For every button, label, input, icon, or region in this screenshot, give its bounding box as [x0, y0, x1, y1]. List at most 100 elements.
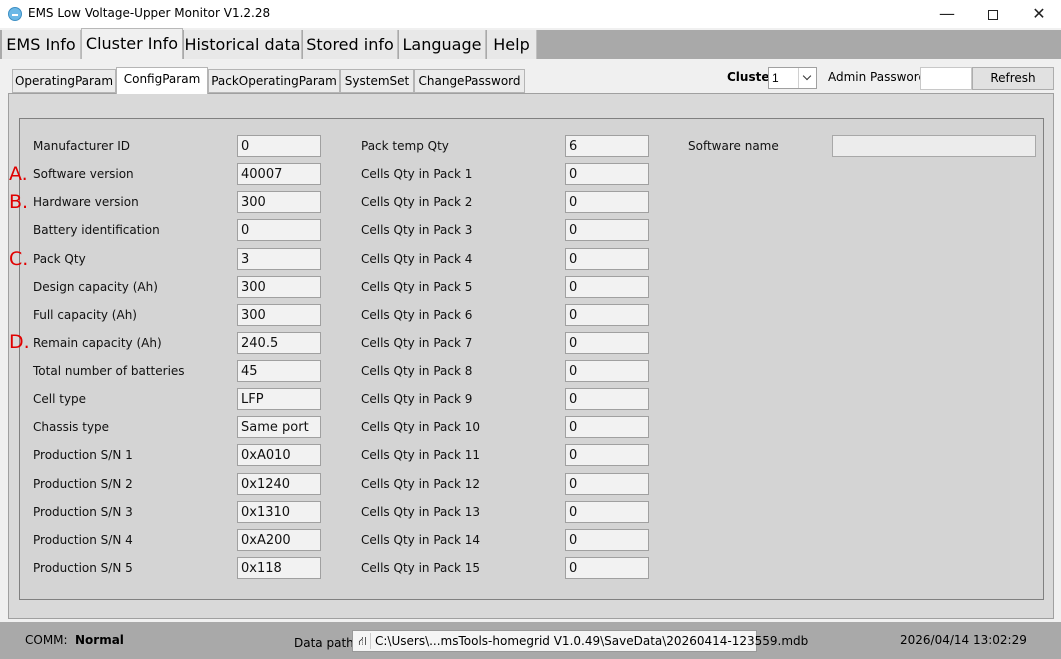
subtab-packoperatingparam[interactable]: PackOperatingParam [208, 69, 340, 93]
config-field-value-field[interactable]: 0xA010 [237, 444, 321, 466]
pack-field-label: Cells Qty in Pack 10 [361, 420, 480, 434]
pack-field-value-field[interactable]: 0 [565, 276, 649, 298]
admin-password-input[interactable] [920, 67, 972, 90]
status-timestamp: 2026/04/14 13:02:29 [900, 633, 1027, 647]
maximize-button[interactable] [970, 0, 1016, 28]
config-field-value-field[interactable]: 0x1240 [237, 473, 321, 495]
config-field-value-field[interactable]: 3 [237, 248, 321, 270]
config-field-label: Hardware version [33, 195, 139, 209]
data-path-value: C:\Users\...msTools-homegrid V1.0.49\Sav… [375, 634, 809, 648]
pack-field-label: Cells Qty in Pack 15 [361, 561, 480, 575]
pack-field-label: Cells Qty in Pack 5 [361, 280, 473, 294]
pack-field-label: Pack temp Qty [361, 139, 449, 153]
config-field-value-field[interactable]: 0x118 [237, 557, 321, 579]
maximize-icon [988, 9, 998, 20]
pack-field-label: Cells Qty in Pack 1 [361, 167, 473, 181]
comm-status-value: Normal [75, 633, 124, 647]
pack-field-value-field[interactable]: 0 [565, 360, 649, 382]
config-field-value-field[interactable]: 240.5 [237, 332, 321, 354]
config-field-label: Production S/N 2 [33, 477, 133, 491]
config-field-label: Software version [33, 167, 134, 181]
annotation-marker-d: D. [9, 331, 30, 353]
pack-field-label: Cells Qty in Pack 12 [361, 477, 480, 491]
config-field-label: Cell type [33, 392, 87, 406]
minimize-icon: — [939, 4, 955, 23]
pack-field-value-field[interactable]: 0 [565, 557, 649, 579]
config-field-label: Chassis type [33, 420, 110, 434]
annotation-marker-a: A. [9, 163, 28, 185]
subtab-systemset[interactable]: SystemSet [340, 69, 414, 93]
app-logo-icon [8, 7, 22, 21]
pack-field-value-field[interactable]: 0 [565, 332, 649, 354]
app-window: EMS Low Voltage-Upper Monitor V1.2.28 — … [0, 0, 1061, 659]
close-icon: ✕ [1032, 4, 1046, 23]
pack-field-label: Cells Qty in Pack 14 [361, 533, 480, 547]
config-field-value-field[interactable]: 45 [237, 360, 321, 382]
config-field-label: Production S/N 1 [33, 448, 133, 462]
annotation-marker-b: B. [9, 191, 29, 213]
pack-field-value-field[interactable]: 0 [565, 163, 649, 185]
minimize-button[interactable]: — [924, 0, 970, 28]
tab-historical-data[interactable]: Historical data [184, 30, 302, 59]
config-field-label: Manufacturer ID [33, 139, 130, 153]
pack-field-label: Cells Qty in Pack 3 [361, 223, 473, 237]
pack-field-label: Cells Qty in Pack 6 [361, 308, 473, 322]
config-field-label: Battery identification [33, 223, 160, 237]
config-field-value-field[interactable]: Same port [237, 416, 321, 438]
annotation-marker-c: C. [9, 248, 29, 270]
pack-field-value-field[interactable]: 0 [565, 219, 649, 241]
config-field-value-field[interactable]: 40007 [237, 163, 321, 185]
pack-field-label: Cells Qty in Pack 4 [361, 252, 473, 266]
tab-stored-info[interactable]: Stored info [303, 30, 398, 59]
config-field-label: Design capacity (Ah) [33, 280, 158, 294]
pack-field-label: Cells Qty in Pack 8 [361, 364, 473, 378]
config-field-value-field[interactable]: 300 [237, 304, 321, 326]
pack-field-value-field[interactable]: 0 [565, 388, 649, 410]
config-field-label: Production S/N 4 [33, 533, 133, 547]
close-button[interactable]: ✕ [1016, 0, 1061, 28]
software-name-label: Software name [688, 139, 779, 153]
config-param-groupbox [19, 118, 1044, 600]
config-field-value-field[interactable]: 0x1310 [237, 501, 321, 523]
subtab-changepassword[interactable]: ChangePassword [414, 69, 525, 93]
data-path-field[interactable]: ⛙ C:\Users\...msTools-homegrid V1.0.49\S… [352, 630, 808, 652]
pack-field-value-field[interactable]: 0 [565, 191, 649, 213]
config-field-value-field[interactable]: LFP [237, 388, 321, 410]
config-field-value-field[interactable]: 0xA200 [237, 529, 321, 551]
chevron-down-icon[interactable] [798, 68, 816, 88]
cluster-select[interactable]: 1 [768, 67, 817, 89]
subtab-configparam[interactable]: ConfigParam [116, 67, 208, 94]
config-field-label: Full capacity (Ah) [33, 308, 137, 322]
cluster-select-value: 1 [772, 71, 779, 85]
pack-field-value-field[interactable]: 6 [565, 135, 649, 157]
pack-field-value-field[interactable]: 0 [565, 444, 649, 466]
refresh-button[interactable]: Refresh [972, 67, 1054, 90]
data-path-label: Data path: [294, 636, 358, 650]
admin-password-label: Admin Password [828, 70, 927, 84]
config-field-label: Pack Qty [33, 252, 86, 266]
config-field-label: Remain capacity (Ah) [33, 336, 162, 350]
config-field-value-field[interactable]: 300 [237, 191, 321, 213]
config-field-value-field[interactable]: 0 [237, 135, 321, 157]
pack-field-value-field[interactable]: 0 [565, 416, 649, 438]
pack-field-value-field[interactable]: 0 [565, 529, 649, 551]
config-field-label: Production S/N 3 [33, 505, 133, 519]
tab-cluster-info[interactable]: Cluster Info [81, 28, 183, 59]
tab-ems-info[interactable]: EMS Info [2, 30, 81, 59]
pack-field-value-field[interactable]: 0 [565, 248, 649, 270]
pack-field-value-field[interactable]: 0 [565, 304, 649, 326]
pack-field-label: Cells Qty in Pack 7 [361, 336, 473, 350]
window-title: EMS Low Voltage-Upper Monitor V1.2.28 [28, 6, 271, 20]
pack-field-label: Cells Qty in Pack 2 [361, 195, 473, 209]
title-bar: EMS Low Voltage-Upper Monitor V1.2.28 — … [0, 0, 1061, 28]
software-name-field[interactable] [832, 135, 1036, 157]
config-field-value-field[interactable]: 300 [237, 276, 321, 298]
tab-language[interactable]: Language [399, 30, 486, 59]
config-field-label: Total number of batteries [33, 364, 185, 378]
pack-field-value-field[interactable]: 0 [565, 473, 649, 495]
network-drive-icon: ⛙ [355, 633, 371, 649]
config-field-value-field[interactable]: 0 [237, 219, 321, 241]
tab-help[interactable]: Help [487, 30, 537, 59]
subtab-operatingparam[interactable]: OperatingParam [12, 69, 116, 93]
pack-field-value-field[interactable]: 0 [565, 501, 649, 523]
